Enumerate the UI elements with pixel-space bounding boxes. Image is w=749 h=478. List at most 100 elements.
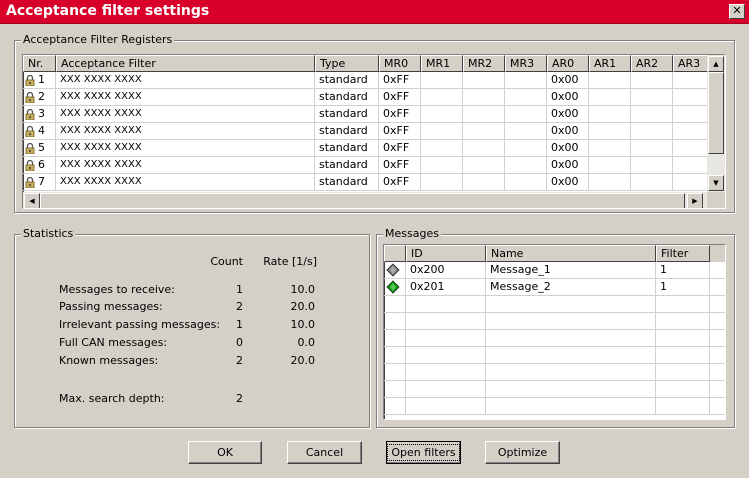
message-cell xyxy=(384,381,406,398)
register-cell: 0xFF xyxy=(379,174,421,191)
msg-col-name[interactable]: Name xyxy=(486,245,656,262)
col-acceptance-filter[interactable]: Acceptance Filter xyxy=(56,55,315,72)
stat-count: 0 xyxy=(236,336,243,349)
register-cell xyxy=(421,140,463,157)
message-cell: 1 xyxy=(656,279,710,296)
message-cell xyxy=(710,381,725,398)
register-cell xyxy=(505,140,547,157)
message-cell xyxy=(656,296,710,313)
scroll-down-button[interactable]: ▼ xyxy=(708,175,724,191)
register-nr: 6 xyxy=(38,158,45,171)
ok-button-label: OK xyxy=(217,445,233,459)
message-cell xyxy=(406,347,486,364)
message-cell xyxy=(656,313,710,330)
col-mr1[interactable]: MR1 xyxy=(421,55,463,72)
stat-label: Known messages: xyxy=(59,354,159,367)
col-mr0[interactable]: MR0 xyxy=(379,55,421,72)
registers-hscrollbar[interactable]: ◀ ▶ xyxy=(23,192,707,208)
register-cell xyxy=(421,106,463,123)
registers-header: Nr. Acceptance Filter Type MR0 MR1 MR2 M… xyxy=(23,55,725,72)
stat-rate: 10.0 xyxy=(290,318,316,331)
register-cell: XXX XXXX XXXX xyxy=(56,157,315,174)
register-nr: 3 xyxy=(38,107,45,120)
message-cell xyxy=(406,296,486,313)
count-header: Count xyxy=(210,255,243,268)
register-cell: 0x00 xyxy=(547,123,589,140)
scroll-thumb[interactable] xyxy=(708,72,724,154)
msg-col-filter[interactable]: Filter xyxy=(656,245,710,262)
message-cell: 1 xyxy=(656,262,710,279)
register-cell xyxy=(463,140,505,157)
messages-list[interactable]: ID Name Filter 0x200 Message_1 1 0x201 Messa… xyxy=(383,244,726,420)
message-cell xyxy=(384,313,406,330)
register-cell: 1 xyxy=(23,72,56,89)
registers-rows: 1 XXX XXXX XXXX standard 0xFF 0x00 2 XXX XXXX … xyxy=(23,72,725,191)
scroll-left-button[interactable]: ◀ xyxy=(24,193,40,208)
message-cell xyxy=(384,398,406,415)
green-diamond-icon xyxy=(386,280,400,294)
optimize-button[interactable]: Optimize xyxy=(485,441,560,464)
scroll-right-button[interactable]: ▶ xyxy=(687,193,703,208)
scroll-up-button[interactable]: ▲ xyxy=(708,56,724,72)
registers-vscrollbar[interactable]: ▲ ▼ xyxy=(707,55,725,192)
title-bar[interactable]: Acceptance filter settings ✕ xyxy=(0,0,749,24)
col-mr3[interactable]: MR3 xyxy=(505,55,547,72)
col-ar1[interactable]: AR1 xyxy=(589,55,631,72)
message-cell xyxy=(384,347,406,364)
register-cell: 0xFF xyxy=(379,123,421,140)
message-cell xyxy=(486,313,656,330)
cancel-button[interactable]: Cancel xyxy=(287,441,362,464)
close-button[interactable]: ✕ xyxy=(729,4,745,19)
register-row[interactable]: 4 XXX XXXX XXXX standard 0xFF 0x00 xyxy=(23,123,725,140)
message-cell xyxy=(406,398,486,415)
register-cell xyxy=(631,72,673,89)
msg-col-id[interactable]: ID xyxy=(406,245,486,262)
lock-icon xyxy=(25,125,35,137)
lock-icon xyxy=(25,142,35,154)
message-cell xyxy=(384,364,406,381)
register-cell xyxy=(589,157,631,174)
register-row[interactable]: 2 XXX XXXX XXXX standard 0xFF 0x00 xyxy=(23,89,725,106)
register-row[interactable]: 5 XXX XXXX XXXX standard 0xFF 0x00 xyxy=(23,140,725,157)
lock-icon xyxy=(25,159,35,171)
register-cell xyxy=(505,106,547,123)
register-cell: 0x00 xyxy=(547,157,589,174)
message-cell xyxy=(406,364,486,381)
msg-col-icon[interactable] xyxy=(384,245,406,262)
register-row[interactable]: 6 XXX XXXX XXXX standard 0xFF 0x00 xyxy=(23,157,725,174)
col-ar0[interactable]: AR0 xyxy=(547,55,589,72)
register-row[interactable]: 3 XXX XXXX XXXX standard 0xFF 0x00 xyxy=(23,106,725,123)
register-cell xyxy=(589,123,631,140)
register-cell: standard xyxy=(315,106,379,123)
rate-header: Rate [1/s] xyxy=(263,255,317,268)
message-empty-row xyxy=(384,330,725,347)
message-cell xyxy=(486,296,656,313)
register-cell: 6 xyxy=(23,157,56,174)
optimize-button-label: Optimize xyxy=(497,445,548,459)
register-row[interactable]: 1 XXX XXXX XXXX standard 0xFF 0x00 xyxy=(23,72,725,89)
register-cell: 0x00 xyxy=(547,72,589,89)
registers-list[interactable]: Nr. Acceptance Filter Type MR0 MR1 MR2 M… xyxy=(22,54,726,209)
message-row[interactable]: 0x200 Message_1 1 xyxy=(384,262,725,279)
col-nr[interactable]: Nr. xyxy=(23,55,56,72)
message-cell xyxy=(384,279,406,296)
message-cell: Message_2 xyxy=(486,279,656,296)
ok-button[interactable]: OK xyxy=(188,441,262,464)
register-row[interactable]: 7 XXX XXXX XXXX standard 0xFF 0x00 xyxy=(23,174,725,191)
message-cell xyxy=(486,364,656,381)
message-cell xyxy=(384,296,406,313)
open-filters-button[interactable]: Open filters xyxy=(386,441,461,464)
col-mr2[interactable]: MR2 xyxy=(463,55,505,72)
stat-label: Irrelevant passing messages: xyxy=(59,318,221,331)
stat-rate: 10.0 xyxy=(290,283,316,296)
message-cell xyxy=(384,330,406,347)
message-row[interactable]: 0x201 Message_2 1 xyxy=(384,279,725,296)
register-cell: 7 xyxy=(23,174,56,191)
col-ar2[interactable]: AR2 xyxy=(631,55,673,72)
message-cell xyxy=(384,262,406,279)
col-type[interactable]: Type xyxy=(315,55,379,72)
hscroll-thumb[interactable] xyxy=(40,193,685,208)
register-nr: 4 xyxy=(38,124,45,137)
message-cell: 0x200 xyxy=(406,262,486,279)
stat-label: Passing messages: xyxy=(59,300,163,313)
